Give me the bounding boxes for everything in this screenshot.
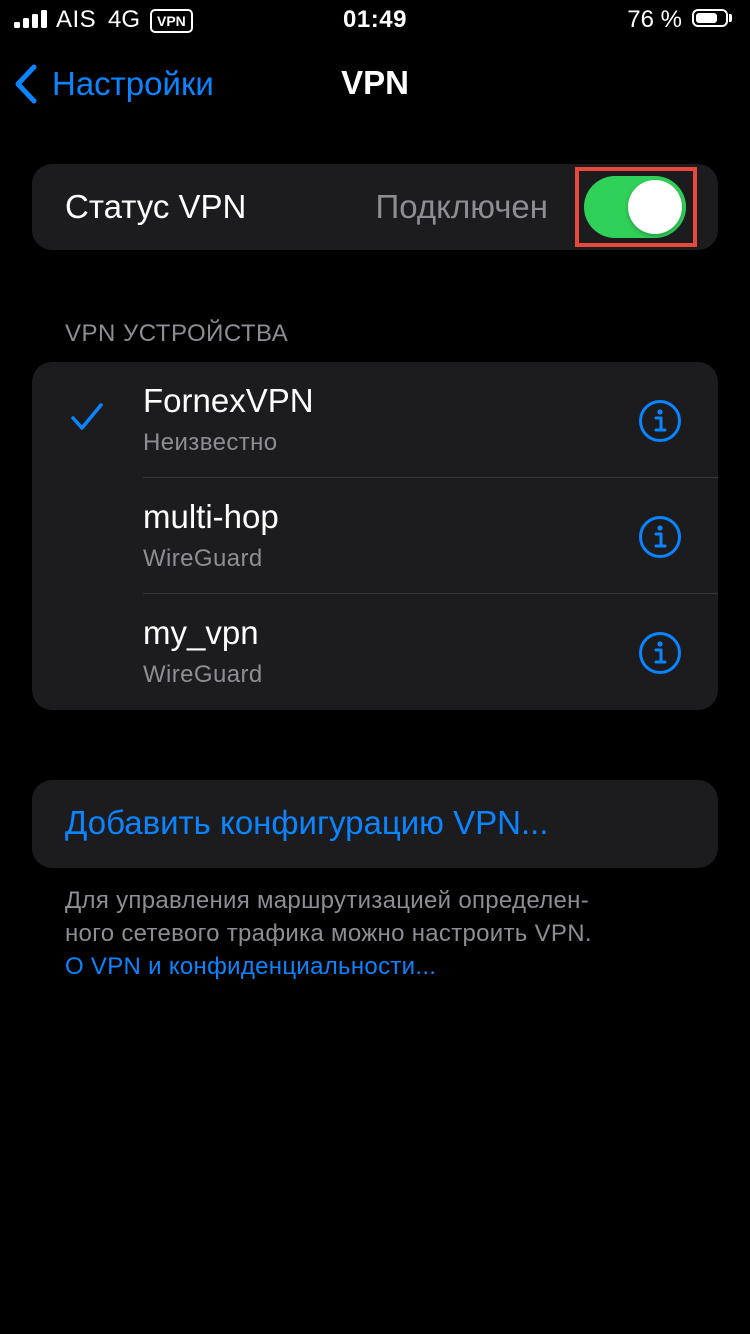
battery-cap [729,14,732,22]
vpn-device-row-multi-hop[interactable]: multi-hop WireGuard [32,478,718,594]
vpn-devices-list: FornexVPN Неизвестно multi-hop WireGuard… [32,362,718,710]
info-circle-icon[interactable] [638,631,682,675]
toggle-knob [628,180,682,234]
navigation-bar: Настройки VPN [0,40,750,128]
vpn-privacy-link[interactable]: О VPN и конфиденциальности... [65,950,695,983]
info-circle-icon[interactable] [638,399,682,443]
info-circle-icon[interactable] [638,515,682,559]
page-title: VPN [341,64,409,101]
checkmark-icon [71,403,103,430]
footer-text-line: Для управления маршрутизацией определен- [65,887,590,914]
vpn-device-name: FornexVPN [143,382,314,419]
vpn-device-type: WireGuard [143,545,263,572]
status-bar: AIS 4G VPN 01:49 76 % [0,0,750,40]
battery-icon [692,9,728,27]
vpn-device-type: Неизвестно [143,429,278,456]
battery-percentage: 76 % [627,6,682,33]
vpn-device-row-my-vpn[interactable]: my_vpn WireGuard [32,594,718,710]
vpn-status-label: Статус VPN [65,188,247,225]
vpn-status-row: Статус VPN Подключен [32,164,718,250]
footer-text-line: ного сетевого трафика можно настроить VP… [65,920,592,947]
vpn-status-value: Подключен [375,188,548,225]
vpn-device-type: WireGuard [143,661,263,688]
vpn-status-toggle[interactable] [584,176,686,238]
add-vpn-configuration-button[interactable]: Добавить конфигурацию VPN... [32,780,718,868]
vpn-device-name: my_vpn [143,614,259,651]
vpn-devices-header: VPN УСТРОЙСТВА [65,320,289,347]
vpn-device-name: multi-hop [143,498,279,535]
vpn-device-row-fornexvpn[interactable]: FornexVPN Неизвестно [32,362,718,478]
add-vpn-configuration-label: Добавить конфигурацию VPN... [65,804,549,841]
vpn-footer-description: Для управления маршрутизацией определен-… [65,884,695,983]
